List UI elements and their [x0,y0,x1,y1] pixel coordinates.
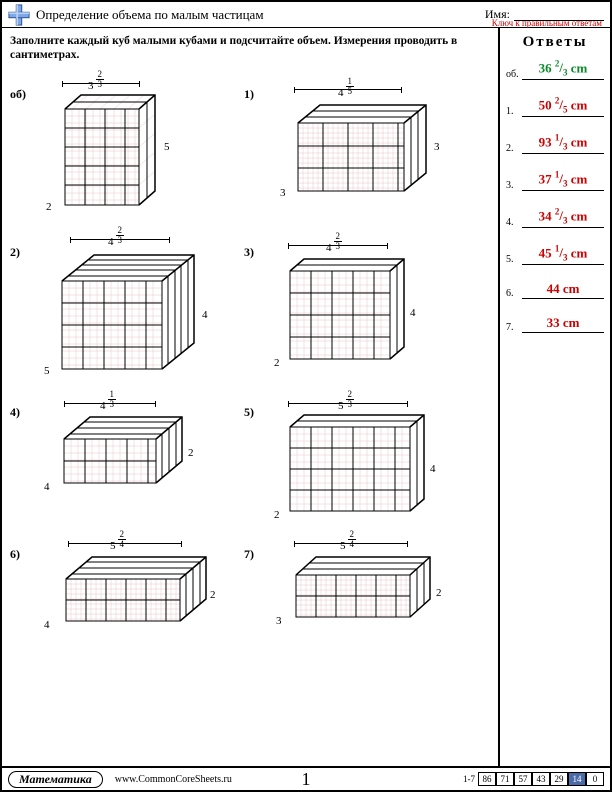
problem-number: 6) [10,547,20,562]
cube-icon [270,409,450,519]
problem-number: об) [10,87,26,102]
answer-number: 3. [506,180,522,191]
answer-number: 6. [506,288,522,299]
answer-row: 2. 93 1/3 cm [506,133,604,154]
score-bar: 1-7 8671574329140 [463,772,604,786]
depth-dim: 5 [44,365,50,377]
main-content: Заполните каждый куб малыми кубами и под… [2,28,498,766]
answer-value: 93 1/3 cm [539,134,588,149]
answer-row: 1. 50 2/5 cm [506,96,604,117]
score-range: 1-7 [463,774,475,784]
answers-title: Ответы [506,34,604,51]
answer-row: 6. 44 cm [506,281,604,299]
answer-value: 45 1/3 cm [539,245,588,260]
answer-line: 33 cm [522,315,604,333]
subject-badge: Математика [8,771,103,788]
problem-4: 4) 413 [10,399,230,529]
answer-row: 3. 37 1/3 cm [506,170,604,191]
answer-value: 44 cm [547,281,580,296]
score-box: 86 [478,772,496,786]
problem-6: 6) 524 [10,541,240,661]
answer-value: 34 2/3 cm [539,208,588,223]
score-box: 0 [586,772,604,786]
cube-icon [36,549,226,639]
problem-5: 5) 523 [244,399,474,529]
page-number: 1 [302,769,311,790]
height-dim: 3 [434,141,440,153]
answer-line: 50 2/5 cm [522,96,604,117]
answer-line: 44 cm [522,281,604,299]
answer-key-label: Ключ к правильным ответам [492,18,602,28]
answer-value: 50 2/5 cm [539,97,588,112]
score-box: 57 [514,772,532,786]
depth-dim: 2 [46,201,52,213]
cube-icon [274,95,444,205]
score-box: 71 [496,772,514,786]
depth-dim: 3 [276,615,282,627]
depth-dim: 2 [274,357,280,369]
cube-icon [32,245,217,385]
site-url: www.CommonCoreSheets.ru [115,774,232,785]
worksheet-page: Определение объема по малым частицам Имя… [0,0,612,792]
height-dim: 2 [188,447,194,459]
height-dim: 4 [202,309,208,321]
answer-line: 36 2/3 cm [522,59,604,80]
cube-icon [36,409,206,499]
cube-icon [270,549,455,637]
answer-number: об. [506,69,522,80]
problem-2: 2) 423 [10,239,240,389]
height-dim: 4 [410,307,416,319]
answer-number: 1. [506,106,522,117]
depth-dim: 4 [44,619,50,631]
answer-row: 4. 34 2/3 cm [506,207,604,228]
problem-0: об) 323 [10,81,230,231]
footer: Математика www.CommonCoreSheets.ru 1 1-7… [2,766,610,790]
problem-number: 5) [244,405,254,420]
answer-value: 33 cm [547,315,580,330]
answer-row: об. 36 2/3 cm [506,59,604,80]
depth-dim: 2 [274,509,280,521]
answer-row: 7. 33 cm [506,315,604,333]
instructions: Заполните каждый куб малыми кубами и под… [10,34,490,63]
height-dim: 2 [210,589,216,601]
problems-grid: об) 3 2 3 [10,63,490,703]
answer-number: 7. [506,322,522,333]
problem-7: 7) 524 [244,541,474,661]
answers-column: Ответы об. 36 2/3 cm 1. 50 2/5 cm 2. 93 1/3 c… [498,28,610,766]
header: Определение объема по малым частицам Имя… [2,2,610,28]
problem-1: 1) 415 [244,81,464,231]
height-dim: 2 [436,587,442,599]
cube-icon [270,251,430,371]
problem-3: 3) 423 [244,239,464,389]
depth-dim: 3 [280,187,286,199]
problem-number: 2) [10,245,20,260]
problem-number: 7) [244,547,254,562]
answer-line: 37 1/3 cm [522,170,604,191]
score-box: 29 [550,772,568,786]
worksheet-title: Определение объема по малым частицам [36,7,475,23]
answer-line: 34 2/3 cm [522,207,604,228]
answer-number: 2. [506,143,522,154]
answer-number: 5. [506,254,522,265]
answer-value: 37 1/3 cm [539,171,588,186]
problem-number: 4) [10,405,20,420]
answer-line: 93 1/3 cm [522,133,604,154]
body: Заполните каждый куб малыми кубами и под… [2,28,610,766]
height-dim: 5 [164,141,170,153]
height-dim: 4 [430,463,436,475]
answer-number: 4. [506,217,522,228]
depth-dim: 4 [44,481,50,493]
problem-number: 3) [244,245,254,260]
score-box: 43 [532,772,550,786]
score-box: 14 [568,772,586,786]
answer-line: 45 1/3 cm [522,244,604,265]
problem-number: 1) [244,87,254,102]
answer-row: 5. 45 1/3 cm [506,244,604,265]
answer-value: 36 2/3 cm [539,60,588,75]
plus-logo-icon [8,4,30,26]
